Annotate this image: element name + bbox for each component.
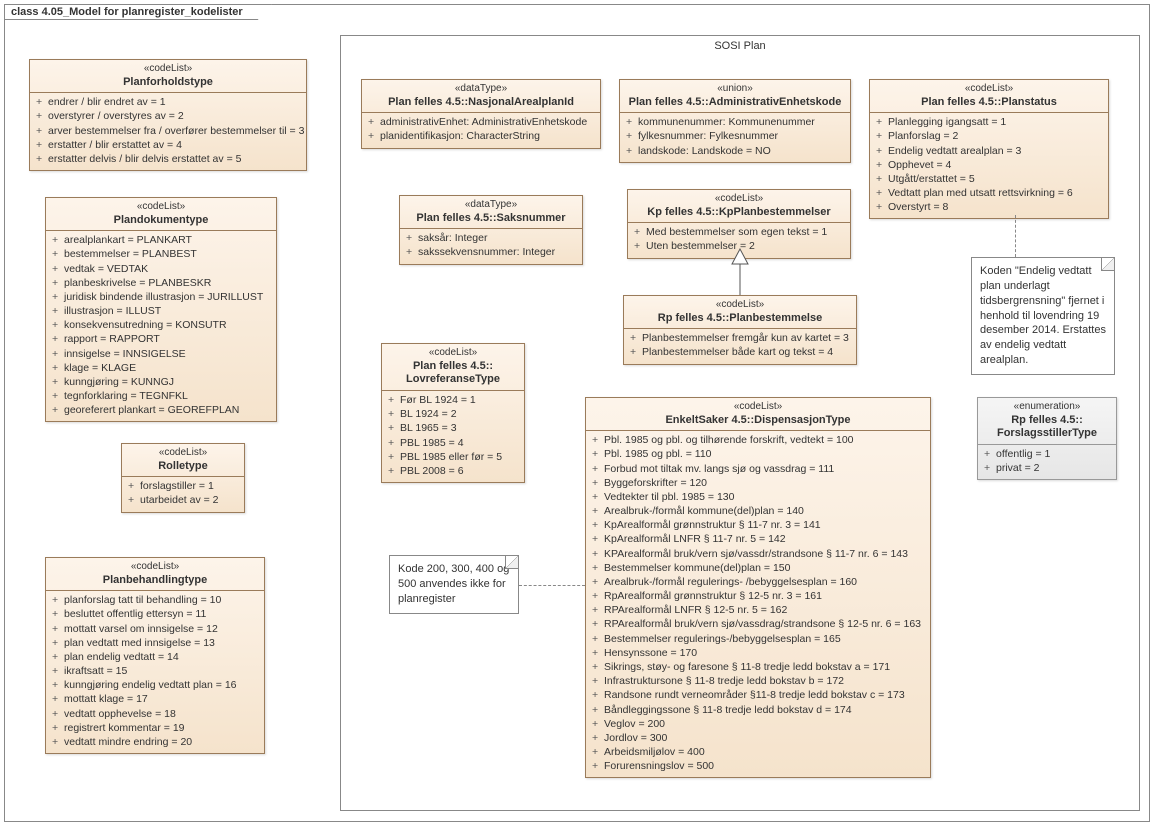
class-nasjonalarealplanid: «dataType» Plan felles 4.5::NasjonalArea…	[361, 79, 601, 149]
class-lovreferansetype: «codeList» Plan felles 4.5:: Lovreferans…	[381, 343, 525, 483]
class-name: Planforholdstype	[36, 76, 300, 90]
diagram-frame: class 4.05_Model for planregister_kodeli…	[4, 4, 1150, 822]
class-planbehandlingtype: «codeList» Planbehandlingtype planforsla…	[45, 557, 265, 754]
note-connector-2	[519, 585, 585, 586]
stereo: «codeList»	[36, 63, 300, 76]
class-plandokumenttype: «codeList» Plandokumentype arealplankart…	[45, 197, 277, 422]
class-dispensasjontype: «codeList» EnkeltSaker 4.5::Dispensasjon…	[585, 397, 931, 778]
class-rolletype: «codeList» Rolletype forslagstiller = 1 …	[121, 443, 245, 513]
class-administrativenhetskode: «union» Plan felles 4.5::AdministrativEn…	[619, 79, 851, 163]
class-rpplanbestemmelse: «codeList» Rp felles 4.5::Planbestemmels…	[623, 295, 857, 365]
note-dispensasjon: Kode 200, 300, 400 og 500 anvendes ikke …	[389, 555, 519, 614]
class-attributes: endrer / blir endret av = 1 overstyrer /…	[30, 93, 306, 170]
frame-title: class 4.05_Model for planregister_kodeli…	[4, 4, 272, 20]
class-forslagsstillertype: «enumeration» Rp felles 4.5:: Forslagsst…	[977, 397, 1117, 480]
class-planstatus: «codeList» Plan felles 4.5::Planstatus P…	[869, 79, 1109, 219]
package-title: SOSI Plan	[714, 40, 765, 52]
class-planforholdstype: «codeList» Planforholdstype endrer / bli…	[29, 59, 307, 171]
note-connector-1	[1015, 215, 1016, 257]
note-planstatus: Koden "Endelig vedtatt plan underlagt ti…	[971, 257, 1115, 375]
class-saksnummer: «dataType» Plan felles 4.5::Saksnummer s…	[399, 195, 583, 265]
generalization-arrow	[730, 249, 750, 295]
